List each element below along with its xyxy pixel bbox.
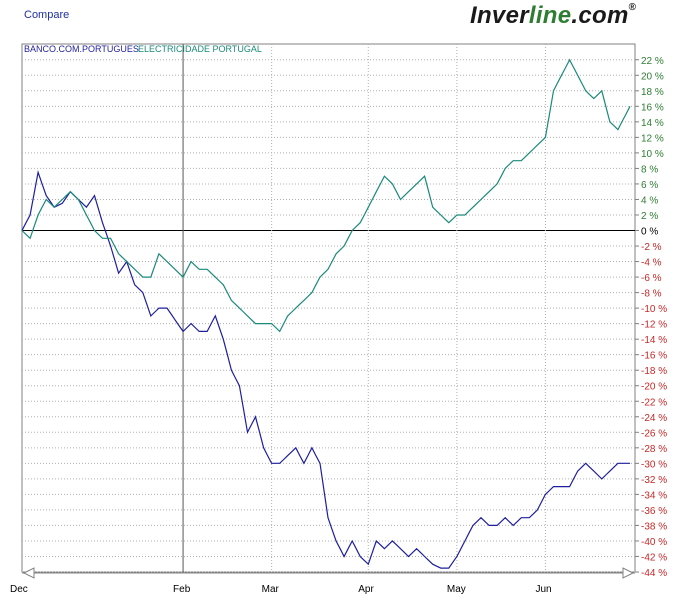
y-axis: 22 % 20 % 18 % 16 % 14 % 12 % 10 % 8 % 6 % 4 % 2 %…	[635, 56, 667, 579]
y-tick-label: -14 %	[641, 335, 667, 346]
y-tick-label: 22 %	[641, 56, 664, 67]
y-tick-label: -30 %	[641, 459, 667, 470]
y-tick-label: -40 %	[641, 537, 667, 548]
y-tick-label: -22 %	[641, 397, 667, 408]
y-tick-label: 10 %	[641, 149, 664, 160]
y-tick-label: -16 %	[641, 351, 667, 362]
y-tick-label: -20 %	[641, 382, 667, 393]
y-tick-label: -38 %	[641, 521, 667, 532]
x-tick-label: Feb	[173, 584, 191, 595]
y-tick-label: -36 %	[641, 506, 667, 517]
x-tick-label: Jun	[535, 584, 551, 595]
y-tick-label: 4 %	[641, 195, 658, 206]
x-tick-label: May	[447, 584, 466, 595]
y-tick-label: -6 %	[641, 273, 662, 284]
y-tick-label: -28 %	[641, 444, 667, 455]
y-tick-label: 20 %	[641, 71, 664, 82]
y-tick-label: -26 %	[641, 428, 667, 439]
y-tick-label: -2 %	[641, 242, 662, 253]
y-tick-label: -44 %	[641, 568, 667, 579]
legend-series-2: ELECTRICIDADE PORTUGAL	[138, 44, 262, 54]
y-tick-label: 18 %	[641, 87, 664, 98]
legend-series-1: BANCO.COM.PORTUGUES	[24, 44, 139, 54]
y-tick-label: -10 %	[641, 304, 667, 315]
y-tick-label: 12 %	[641, 133, 664, 144]
y-tick-label: -4 %	[641, 258, 662, 269]
x-tick-label: Apr	[358, 584, 374, 595]
y-tick-label: -32 %	[641, 475, 667, 486]
y-tick-label: -8 %	[641, 289, 662, 300]
x-tick-label: Dec	[10, 584, 28, 595]
y-tick-label: -12 %	[641, 320, 667, 331]
y-tick-label: -18 %	[641, 366, 667, 377]
y-tick-label: 6 %	[641, 180, 658, 191]
y-tick-label: 14 %	[641, 118, 664, 129]
y-tick-label: -34 %	[641, 490, 667, 501]
y-tick-label: -24 %	[641, 413, 667, 424]
x-axis: Dec Feb Mar Apr May Jun	[10, 584, 552, 595]
y-tick-label: -42 %	[641, 552, 667, 563]
chart: 22 % 20 % 18 % 16 % 14 % 12 % 10 % 8 % 6 % 4 % 2 %…	[10, 43, 667, 595]
y-tick-label: 8 %	[641, 164, 658, 175]
y-tick-label: 2 %	[641, 211, 658, 222]
x-tick-label: Mar	[262, 584, 280, 595]
y-tick-label: 0 %	[641, 227, 658, 238]
y-tick-label: 16 %	[641, 102, 664, 113]
